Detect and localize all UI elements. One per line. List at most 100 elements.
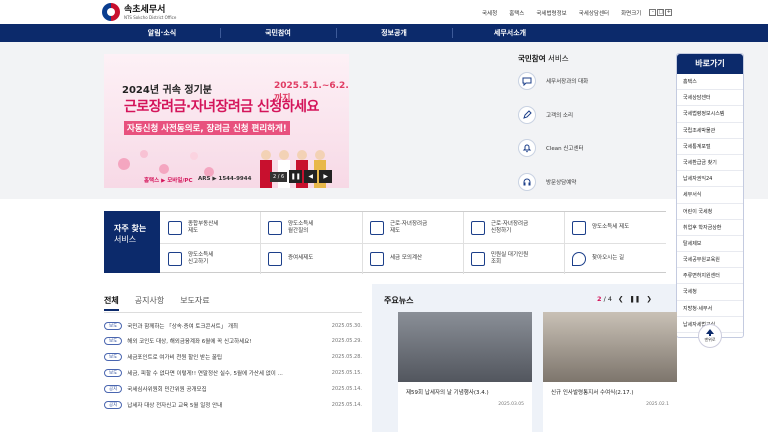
- quick-link[interactable]: 탈세제보: [677, 236, 743, 253]
- quick-links-panel: 바로가기 홈택스 국세상담센터 국세법령정보시스템 국립조세박물관 국세통계포털…: [676, 53, 744, 338]
- service-directions[interactable]: 찾아오시는 길: [564, 243, 666, 274]
- participation-item-clean[interactable]: Clean 신고센터: [518, 139, 584, 157]
- scroll-top-button[interactable]: 맨위로: [698, 324, 722, 348]
- nav-item-about[interactable]: 세무서소개: [452, 24, 568, 42]
- logo-subtitle: NTS Sokcho District Office: [124, 14, 177, 20]
- service-tax-simulation[interactable]: 세금 모의계산: [362, 243, 463, 274]
- document-icon: [168, 220, 182, 235]
- news-card[interactable]: 신규 인사발령통지서 수여식(2.17.) 2025.02.1: [543, 312, 677, 432]
- quick-link[interactable]: 주류면허지원센터: [677, 268, 743, 285]
- nav-item-participation[interactable]: 국민참여: [220, 24, 336, 42]
- calendar-icon: [268, 220, 282, 235]
- quick-link[interactable]: 지방청·세무서: [677, 301, 743, 317]
- util-link-counsel[interactable]: 국세상담센터: [573, 9, 615, 17]
- quick-link[interactable]: 국세청: [677, 284, 743, 301]
- next-icon[interactable]: ❯: [646, 295, 651, 303]
- news-date: 2025.05.28.: [331, 353, 362, 360]
- service-capital-gains-filing[interactable]: 양도소득세 신고하기: [160, 243, 260, 274]
- news-row[interactable]: 보도 세금, 피할 수 없다면 이렇게!! 연말정산 실수, 5월에 가산세 없이…: [104, 366, 362, 379]
- news-row[interactable]: 공지 국세심사위원회 민간위원 공개모집 2025.05.14.: [104, 382, 362, 395]
- quick-link[interactable]: 국세공무원교육원: [677, 252, 743, 269]
- service-waiting-count[interactable]: 민원실 대기인원 조회: [463, 243, 564, 274]
- news-card-date: 2025.03.05: [498, 402, 524, 407]
- quick-link[interactable]: 홈택스: [677, 74, 743, 91]
- nav-item-news[interactable]: 알림·소식: [104, 24, 220, 42]
- news-tag: 보도: [104, 336, 123, 345]
- people-icon: [471, 251, 485, 266]
- quick-link[interactable]: 납세자권익24: [677, 171, 743, 188]
- news-tag: 보도: [104, 368, 123, 377]
- quick-link[interactable]: 어린이 국세청: [677, 204, 743, 220]
- service-capital-gains-system[interactable]: 양도소득세 제도: [564, 212, 666, 243]
- news-card[interactable]: 제59회 납세자의 날 기념행사(3.4.) 2025.03.05: [398, 312, 532, 432]
- news-card-date: 2025.02.1: [646, 402, 669, 407]
- participation-item-visit[interactable]: 방문상담예약: [518, 173, 576, 191]
- util-link-hometax[interactable]: 홈택스: [503, 9, 530, 17]
- service-capital-gains-qa[interactable]: 양도소득세 월간질의: [260, 212, 362, 243]
- frequent-services-title: 자주 찾는 서비스: [104, 211, 160, 273]
- tab-notices[interactable]: 공지사항: [135, 295, 164, 311]
- document-icon: [572, 220, 586, 235]
- quick-link[interactable]: 국세법령정보시스템: [677, 106, 743, 123]
- bell-icon: [518, 139, 536, 157]
- service-earned-income-credit[interactable]: 근로·자녀장려금 제도: [362, 212, 463, 243]
- news-date: 2025.05.30.: [331, 322, 362, 329]
- participation-item-voice[interactable]: 고객의 소리: [518, 106, 573, 124]
- logo-title: 속초세무서: [124, 4, 166, 15]
- quick-link[interactable]: 국세통계포털: [677, 139, 743, 155]
- prev-button[interactable]: ◀: [304, 170, 318, 183]
- zoom-in-button[interactable]: +: [665, 9, 673, 16]
- news-row[interactable]: 보도 국민과 함께하는 「상속·증여 토크콘서트」 개최 2025.05.30.: [104, 319, 362, 332]
- news-row[interactable]: 보도 해외 코인도 대상, 해외금융계좌 6월에 꼭 신고하세요! 2025.05.…: [104, 334, 362, 347]
- major-news-title: 주요뉴스: [384, 296, 414, 305]
- next-button[interactable]: ▶: [319, 170, 333, 183]
- news-card-title: 신규 인사발령통지서 수여식(2.17.): [551, 390, 634, 396]
- pause-button[interactable]: ❚❚: [289, 170, 303, 183]
- quick-links-title: 바로가기: [677, 54, 743, 74]
- pause-icon[interactable]: ❚❚: [629, 295, 640, 303]
- main-banner[interactable]: 2024년 귀속 정기분 2025.5.1.~6.2.까지 근로장려금·자녀장려…: [104, 54, 349, 188]
- news-title: 세금, 피할 수 없다면 이렇게!! 연말정산 실수, 5월에 가산세 없이 .…: [127, 370, 283, 377]
- map-pin-icon: [572, 251, 586, 266]
- util-link-nts[interactable]: 국세청: [476, 9, 503, 17]
- news-card-photo: [398, 312, 532, 382]
- util-link-law[interactable]: 국세법령정보: [530, 9, 572, 17]
- nav-item-disclosure[interactable]: 정보공개: [336, 24, 452, 42]
- news-date: 2025.05.29.: [331, 337, 362, 344]
- service-comprehensive-property-tax[interactable]: 종합부동산세 제도: [160, 212, 260, 243]
- logo[interactable]: 속초세무서 NTS Sokcho District Office: [102, 3, 176, 21]
- quick-link[interactable]: 세무서식: [677, 187, 743, 204]
- calculator-icon: [370, 251, 384, 266]
- headset-icon: [518, 173, 536, 191]
- news-tabs: 전체 공지사항 보도자료: [104, 295, 210, 311]
- quick-link[interactable]: 취업후 학자금상환: [677, 220, 743, 236]
- nts-emblem-icon: [102, 3, 120, 21]
- zoom-out-button[interactable]: -: [649, 9, 657, 16]
- news-card-photo: [543, 312, 677, 382]
- tab-all[interactable]: 전체: [104, 295, 119, 311]
- banner-headline: 근로장려금·자녀장려금 신청하세요: [124, 99, 319, 115]
- quick-link[interactable]: 국세상담센터: [677, 90, 743, 107]
- news-tag: 보도: [104, 352, 123, 361]
- banner-year: 2024년 귀속 정기분: [122, 85, 212, 96]
- participation-item-dialogue[interactable]: 세무서장과의 대화: [518, 72, 588, 90]
- service-earned-income-apply[interactable]: 근로·자녀장려금 신청하기: [463, 212, 564, 243]
- banner-subline: 자동신청 사전동의로, 장려금 신청 편리하게!: [124, 121, 290, 135]
- major-news-controls: 2 / 4 ❮ ❚❚ ❯: [597, 295, 652, 303]
- news-row[interactable]: 공지 납세자 대상 전자신고 교육 5월 일정 안내 2025.05.14.: [104, 398, 362, 411]
- document-icon: [168, 251, 182, 266]
- utility-links: 국세청 홈택스 국세법령정보 국세상담센터 화면크기 - □ +: [476, 9, 673, 17]
- banner-page-indicator: 2 / 6: [270, 171, 288, 182]
- news-row[interactable]: 보도 세금포인트로 여가비 천원 할인 받는 꿀팁 2025.05.28.: [104, 350, 362, 363]
- quick-link[interactable]: 국립조세박물관: [677, 123, 743, 139]
- prev-icon[interactable]: ❮: [618, 295, 623, 303]
- arrow-up-icon: [706, 329, 714, 336]
- news-title: 국세심사위원회 민간위원 공개모집: [127, 386, 207, 393]
- zoom-reset-button[interactable]: □: [657, 9, 665, 16]
- service-gift-tax[interactable]: 증여세제도: [260, 243, 362, 274]
- quick-link[interactable]: 국세환급금 찾기: [677, 155, 743, 172]
- banner-ars-number: ARS ▶ 1544-9944: [198, 176, 252, 182]
- chat-icon: [518, 72, 536, 90]
- tab-press[interactable]: 보도자료: [180, 295, 209, 311]
- zoom-controls: - □ +: [649, 9, 673, 17]
